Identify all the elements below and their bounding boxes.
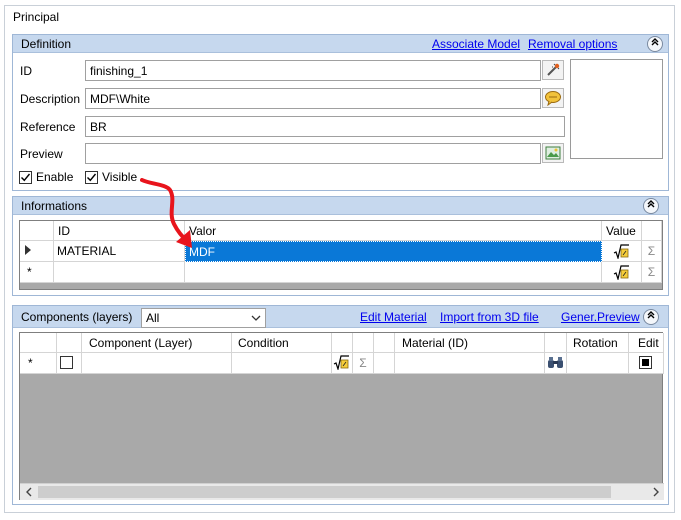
binoculars-header bbox=[545, 333, 567, 353]
id-label: ID bbox=[20, 64, 32, 78]
new-rotation-cell[interactable] bbox=[567, 353, 629, 374]
checkmark-icon bbox=[87, 173, 97, 182]
components-panel: Components (layers) All Edit Material Im… bbox=[12, 305, 669, 505]
preview-image-box bbox=[570, 59, 663, 159]
column-header-edit[interactable]: Edit bbox=[629, 333, 664, 353]
associate-model-link[interactable]: Associate Model bbox=[432, 37, 520, 51]
horizontal-scrollbar[interactable] bbox=[20, 483, 664, 500]
column-header-valor[interactable]: Valor bbox=[185, 221, 602, 241]
informations-header: Informations bbox=[13, 197, 668, 215]
visible-label: Visible bbox=[102, 170, 138, 184]
new-row-marker: * bbox=[20, 353, 57, 374]
informations-title: Informations bbox=[21, 199, 88, 213]
id-picker-button[interactable] bbox=[542, 60, 564, 80]
speech-bubble-icon bbox=[545, 91, 561, 106]
checkbox-column-header bbox=[57, 333, 82, 353]
column-header-sigma bbox=[642, 221, 662, 241]
condition-formula-header bbox=[332, 333, 353, 353]
reference-label: Reference bbox=[20, 120, 76, 134]
edit-material-link[interactable]: Edit Material bbox=[360, 310, 427, 324]
formula-button[interactable] bbox=[602, 241, 642, 262]
row-selector[interactable] bbox=[20, 241, 54, 262]
collapse-components-icon[interactable] bbox=[643, 309, 659, 325]
new-material-cell[interactable] bbox=[395, 353, 545, 374]
checkmark-icon bbox=[21, 173, 31, 182]
new-component-cell[interactable] bbox=[82, 353, 232, 374]
preview-label: Preview bbox=[20, 147, 63, 161]
column-header-component[interactable]: Component (Layer) bbox=[82, 333, 232, 353]
description-field[interactable]: MDF\White bbox=[85, 88, 541, 109]
id-field[interactable]: finishing_1 bbox=[85, 60, 541, 81]
new-row-checkbox[interactable] bbox=[60, 356, 73, 369]
enable-checkbox[interactable] bbox=[19, 171, 32, 184]
info-valor-cell[interactable]: MDF bbox=[185, 241, 602, 262]
components-grid: Component (Layer) Condition Material (ID… bbox=[19, 332, 664, 500]
components-title: Components (layers) bbox=[21, 310, 133, 324]
informations-panel: Informations ID Valor Value MATERIAL MDF… bbox=[12, 196, 669, 296]
removal-options-link[interactable]: Removal options bbox=[528, 37, 617, 51]
components-header: Components (layers) All Edit Material Im… bbox=[13, 306, 668, 328]
preview-image-button[interactable] bbox=[542, 143, 564, 163]
gener-preview-link[interactable]: Gener.Preview bbox=[561, 310, 640, 324]
red-annotation-arrow-icon bbox=[140, 178, 192, 248]
collapse-definition-icon[interactable] bbox=[647, 36, 663, 52]
row-header-corner bbox=[20, 333, 57, 353]
new-id-cell[interactable] bbox=[54, 262, 185, 283]
wand-icon bbox=[547, 63, 560, 76]
chevron-down-icon bbox=[251, 315, 261, 321]
row-header-corner bbox=[20, 221, 54, 241]
image-icon bbox=[545, 146, 561, 160]
description-label: Description bbox=[20, 92, 81, 106]
informations-grid: ID Valor Value MATERIAL MDF Σ * Σ bbox=[19, 220, 663, 290]
collapse-informations-icon[interactable] bbox=[643, 198, 659, 214]
new-row-checkbox-cell[interactable] bbox=[57, 353, 82, 374]
formula-root-icon bbox=[333, 355, 349, 372]
formula-button[interactable] bbox=[602, 262, 642, 283]
material-search-button[interactable] bbox=[545, 353, 567, 374]
column-header-material[interactable]: Material (ID) bbox=[395, 333, 545, 353]
components-filter-value: All bbox=[146, 311, 160, 325]
column-header-condition[interactable]: Condition bbox=[232, 333, 332, 353]
spacer-header bbox=[374, 333, 395, 353]
sigma-icon[interactable]: Σ bbox=[642, 262, 662, 283]
enable-label: Enable bbox=[36, 170, 74, 184]
principal-title: Principal bbox=[13, 10, 60, 24]
preview-field[interactable] bbox=[85, 143, 541, 164]
scrollbar-thumb[interactable] bbox=[38, 486, 611, 498]
edit-toggle-icon[interactable] bbox=[639, 356, 652, 369]
sigma-icon[interactable]: Σ bbox=[642, 241, 662, 262]
new-row-marker: * bbox=[20, 262, 54, 283]
formula-root-icon bbox=[613, 265, 629, 282]
binoculars-icon bbox=[548, 357, 563, 368]
edit-cell[interactable] bbox=[629, 353, 664, 374]
scroll-right-arrow-icon[interactable] bbox=[647, 484, 664, 500]
reference-field[interactable]: BR bbox=[85, 116, 565, 137]
new-condition-cell[interactable] bbox=[232, 353, 332, 374]
condition-sigma-header bbox=[353, 333, 374, 353]
column-header-rotation[interactable]: Rotation bbox=[567, 333, 629, 353]
description-translate-button[interactable] bbox=[542, 88, 564, 108]
definition-title: Definition bbox=[21, 37, 72, 51]
new-valor-cell[interactable] bbox=[185, 262, 602, 283]
formula-root-icon bbox=[613, 244, 629, 261]
import-3d-link[interactable]: Import from 3D file bbox=[440, 310, 539, 324]
components-filter-dropdown[interactable]: All bbox=[141, 308, 266, 328]
definition-panel: Definition Associate Model Removal optio… bbox=[12, 34, 669, 191]
column-header-value[interactable]: Value bbox=[602, 221, 642, 241]
visible-checkbox[interactable] bbox=[85, 171, 98, 184]
condition-formula-button[interactable] bbox=[332, 353, 353, 374]
current-row-arrow-icon bbox=[25, 245, 31, 255]
scroll-left-arrow-icon[interactable] bbox=[20, 484, 37, 500]
sigma-icon[interactable]: Σ bbox=[353, 353, 374, 374]
spacer-cell bbox=[374, 353, 395, 374]
definition-header: Definition Associate Model Removal optio… bbox=[13, 35, 668, 53]
